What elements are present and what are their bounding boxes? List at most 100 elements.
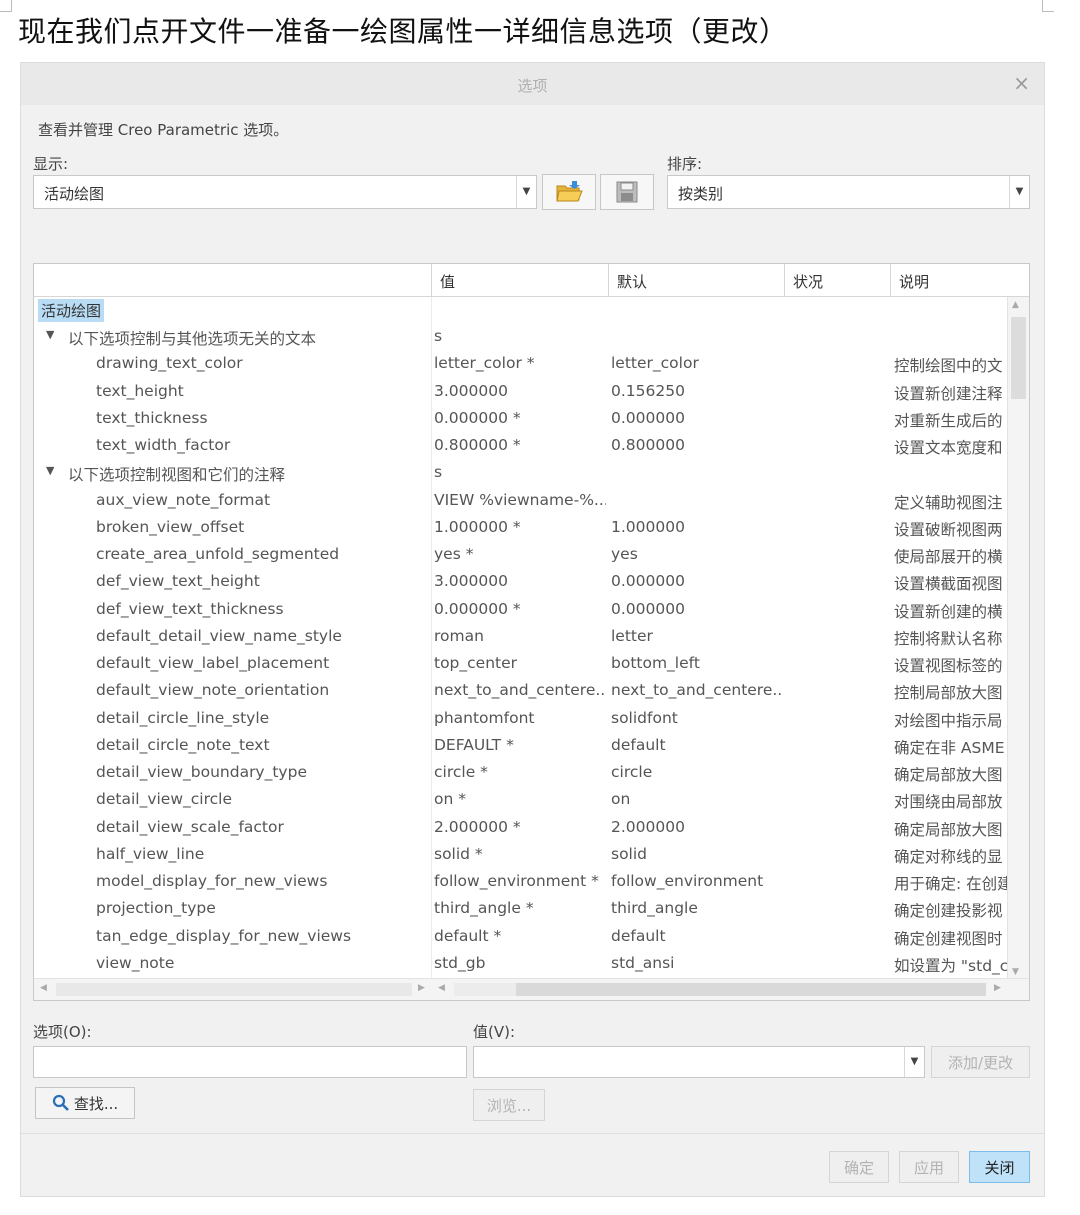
option-default: bottom_left xyxy=(611,654,700,672)
table-row[interactable]: half_view_line solid * solid 确定对称线的显 xyxy=(34,842,1009,869)
table-row[interactable]: tan_edge_display_for_new_views default * d… xyxy=(34,924,1009,951)
option-value: roman xyxy=(434,626,484,645)
column-header-description[interactable]: 说明 xyxy=(890,264,1029,297)
option-description: 控制将默认名称 xyxy=(894,629,1003,648)
horizontal-scrollbar[interactable]: ◀ ▶ ◀ ▶ xyxy=(34,978,1029,1000)
table-row[interactable]: default_detail_view_name_style roman lette… xyxy=(34,624,1009,651)
save-button[interactable] xyxy=(600,174,654,210)
column-header-status[interactable]: 状况 xyxy=(784,264,890,297)
group-row[interactable]: ▼ 以下选项控制与其他选项无关的文本 s xyxy=(34,324,1009,351)
table-row[interactable]: text_width_factor 0.800000 * 0.800000 设置文本宽… xyxy=(34,433,1009,460)
collapse-triangle-icon[interactable]: ▼ xyxy=(46,464,54,477)
option-description: 设置新创建注释 xyxy=(894,384,1003,403)
table-row[interactable]: broken_view_offset 1.000000 * 1.000000 设置破断… xyxy=(34,515,1009,542)
scrollbar-thumb-right[interactable] xyxy=(454,983,516,996)
table-row[interactable]: aux_view_note_format VIEW %viewname-%... 定… xyxy=(34,488,1009,515)
sort-select[interactable]: 按类别 ▼ xyxy=(667,175,1030,209)
option-name: default_view_label_placement xyxy=(96,654,330,672)
option-value: top_center xyxy=(434,654,518,672)
option-value: s xyxy=(434,463,443,482)
option-name: aux_view_note_format xyxy=(96,490,271,509)
option-name: broken_view_offset xyxy=(96,517,245,536)
table-row[interactable]: detail_circle_note_text DEFAULT * default 确… xyxy=(34,733,1009,760)
option-description: 确定在非 ASME xyxy=(894,738,1005,757)
chevron-down-icon[interactable]: ▼ xyxy=(904,1047,924,1077)
tree-root-active-drawing[interactable]: 活动绘图 xyxy=(38,299,105,322)
chevron-down-icon[interactable]: ▼ xyxy=(1009,176,1029,208)
table-row[interactable]: model_display_for_new_views follow_enviro… xyxy=(34,869,1009,896)
table-row[interactable]: projection_type third_angle * third_angle 确… xyxy=(34,896,1009,923)
scroll-left-icon[interactable]: ◀ xyxy=(40,983,47,993)
table-row[interactable]: detail_view_scale_factor 2.000000 * 2.0000… xyxy=(34,815,1009,842)
option-value: letter_color * xyxy=(434,354,535,373)
option-name: default_detail_view_name_style xyxy=(96,626,342,645)
column-header-default[interactable]: 默认 xyxy=(608,264,784,297)
option-default: 2.000000 xyxy=(611,817,685,836)
show-select-value: 活动绘图 xyxy=(44,185,105,203)
option-default: circle xyxy=(611,763,653,781)
option-value: next_to_and_centere... xyxy=(434,681,606,700)
find-button[interactable]: 查找... xyxy=(35,1087,135,1119)
option-value: follow_environment * xyxy=(434,872,599,890)
option-default: next_to_and_centere... xyxy=(611,681,783,700)
option-description: 定义辅助视图注 xyxy=(894,493,1003,512)
table-row[interactable]: default_view_label_placement top_center bo… xyxy=(34,651,1009,678)
option-value: circle * xyxy=(434,763,488,781)
table-row[interactable]: view_note std_gb std_ansi 如设置为 "std_c xyxy=(34,951,1009,978)
table-row[interactable]: detail_circle_line_style phantomfont solid… xyxy=(34,706,1009,733)
close-icon[interactable]: × xyxy=(1013,71,1030,95)
apply-button[interactable]: 应用 xyxy=(899,1151,959,1183)
table-row[interactable]: drawing_text_color letter_color * letter_c… xyxy=(34,351,1009,378)
browse-button[interactable]: 浏览... xyxy=(473,1089,545,1121)
close-button[interactable]: 关闭 xyxy=(969,1151,1030,1183)
open-button[interactable] xyxy=(542,174,596,210)
scrollbar-track[interactable] xyxy=(516,983,986,996)
table-row[interactable]: def_view_text_thickness 0.000000 * 0.00000… xyxy=(34,597,1009,624)
option-value: std_gb xyxy=(434,953,486,972)
scroll-down-icon[interactable]: ▼ xyxy=(1012,967,1019,977)
add-change-button[interactable]: 添加/更改 xyxy=(931,1046,1030,1078)
table-row[interactable]: default_view_note_orientation next_to_and… xyxy=(34,678,1009,705)
scrollbar-thumb-left[interactable] xyxy=(56,983,412,996)
group-row[interactable]: ▼ 以下选项控制视图和它们的注释 s xyxy=(34,460,1009,487)
table-row[interactable]: detail_view_circle on * on 对围绕由局部放 xyxy=(34,787,1009,814)
option-value: default * xyxy=(434,926,502,945)
option-default: letter xyxy=(611,626,653,645)
option-name: def_view_text_thickness xyxy=(96,599,284,618)
scroll-right-icon[interactable]: ▶ xyxy=(994,983,1001,993)
table-row[interactable]: text_height 3.000000 0.156250 设置新创建注释 xyxy=(34,379,1009,406)
group-label: 以下选项控制视图和它们的注释 xyxy=(68,466,286,485)
group-label: 以下选项控制与其他选项无关的文本 xyxy=(68,330,317,348)
option-value: phantomfont xyxy=(434,708,535,727)
show-select[interactable]: 活动绘图 ▼ xyxy=(33,175,537,209)
option-input[interactable] xyxy=(33,1046,467,1078)
chevron-down-icon[interactable]: ▼ xyxy=(516,176,536,208)
option-default: 0.000000 xyxy=(611,572,685,591)
ok-button[interactable]: 确定 xyxy=(829,1151,889,1183)
value-select[interactable]: ▼ xyxy=(473,1046,925,1078)
option-default: yes xyxy=(611,545,638,563)
value-label: 值(V): xyxy=(473,1023,516,1041)
option-label: 选项(O): xyxy=(33,1023,92,1041)
scroll-left-icon[interactable]: ◀ xyxy=(438,983,445,993)
option-name: detail_view_scale_factor xyxy=(96,817,284,836)
search-icon xyxy=(52,1094,69,1111)
table-row[interactable]: def_view_text_height 3.000000 0.000000 设置横截… xyxy=(34,569,1009,596)
dialog-description: 查看并管理 Creo Parametric 选项。 xyxy=(38,121,289,139)
collapse-triangle-icon[interactable]: ▼ xyxy=(46,328,54,341)
table-row[interactable]: detail_view_boundary_type circle * circle 确… xyxy=(34,760,1009,787)
show-label: 显示: xyxy=(33,155,69,173)
option-description: 确定局部放大图 xyxy=(894,766,1003,784)
option-value: DEFAULT * xyxy=(434,735,514,754)
scroll-up-icon[interactable]: ▲ xyxy=(1012,300,1019,310)
column-header-value[interactable]: 值 xyxy=(431,264,608,297)
table-rows: 活动绘图 ▼ 以下选项控制与其他选项无关的文本 s drawing_text_colo… xyxy=(34,297,1009,980)
sort-label: 排序: xyxy=(667,155,703,173)
scroll-right-icon[interactable]: ▶ xyxy=(418,983,425,993)
scrollbar-thumb[interactable] xyxy=(1011,317,1026,399)
vertical-scrollbar[interactable]: ▲ ▼ xyxy=(1007,297,1029,980)
option-name: view_note xyxy=(96,953,175,972)
table-row[interactable]: text_thickness 0.000000 * 0.000000 对重新生成后的 xyxy=(34,406,1009,433)
table-row[interactable]: create_area_unfold_segmented yes * yes 使局部展… xyxy=(34,542,1009,569)
option-value: on * xyxy=(434,790,466,809)
